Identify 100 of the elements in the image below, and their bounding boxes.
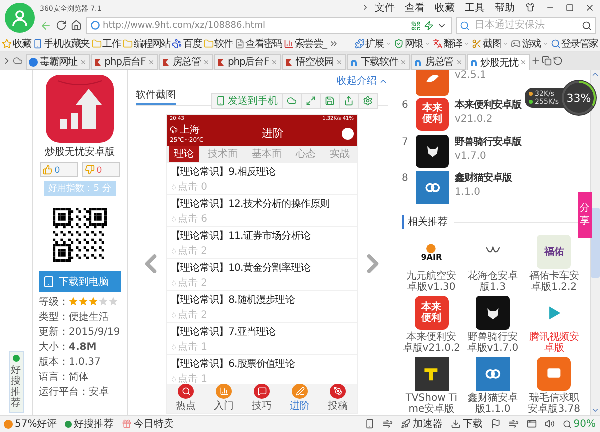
nav-tab[interactable]: 技巧: [252, 384, 272, 412]
home-icon[interactable]: [71, 20, 82, 31]
more-icon[interactable]: [328, 38, 339, 48]
qr-code-drawing: [53, 208, 107, 262]
caret-icon[interactable]: [503, 40, 510, 46]
search-box[interactable]: 日本通过安保法: [456, 17, 596, 34]
scroll-up-icon[interactable]: [591, 70, 600, 79]
window-icon[interactable]: [526, 419, 537, 429]
extension-button[interactable]: 游戏: [511, 36, 541, 50]
site-icon: [29, 58, 38, 66]
app-title[interactable]: 野兽骑行安卓版v1.7.0: [463, 332, 523, 354]
app-title[interactable]: 福佑卡车安卓版1.2.2: [524, 271, 584, 293]
bookmark[interactable]: 收藏: [2, 36, 32, 50]
browser-tab[interactable]: 炒股无忧: [466, 54, 530, 70]
browser-tab[interactable]: php后台F: [90, 54, 158, 70]
nav-tab[interactable]: 入门: [214, 384, 234, 412]
flag-icon[interactable]: [490, 419, 501, 429]
browser-tab[interactable]: 悟空校园: [282, 54, 346, 70]
article-title[interactable]: 【理论常识】11.证券市场分析论: [171, 228, 353, 242]
nav-tab[interactable]: 进阶: [290, 384, 310, 412]
browser-tab[interactable]: 房总管: [158, 54, 213, 70]
status-item[interactable]: 今日特卖: [122, 417, 174, 431]
caret-icon[interactable]: [464, 40, 470, 46]
status-item[interactable]: 加速器: [400, 417, 443, 431]
article-title[interactable]: 【理论常识】10.黄金分割率理论: [171, 260, 353, 274]
info-text: 语言：简体: [39, 370, 89, 384]
caret-icon[interactable]: [424, 40, 431, 46]
back-icon[interactable]: [40, 20, 52, 32]
speaker-icon[interactable]: [544, 419, 555, 429]
refresh-icon[interactable]: [56, 20, 67, 31]
menu-item[interactable]: 收藏: [435, 0, 455, 14]
article-title[interactable]: 【理论常识】8.随机漫步理论: [171, 292, 353, 306]
chevron-icon[interactable]: [361, 3, 370, 12]
search-icon[interactable]: [582, 20, 592, 30]
side-panel-tab[interactable]: 好搜推荐: [8, 351, 24, 413]
scroll-down-icon[interactable]: [591, 406, 600, 415]
cloud-icon[interactable]: [13, 56, 23, 66]
status-item[interactable]: 57%好评: [4, 417, 58, 431]
bookmark[interactable]: 工作: [92, 36, 121, 50]
share-button[interactable]: 分享: [578, 192, 592, 238]
app-title[interactable]: 花海仓安卓版1.3: [463, 271, 523, 293]
nav-tab[interactable]: 投稿: [328, 384, 348, 412]
app-title[interactable]: 本来便利安卓版v21.0.2: [402, 332, 462, 354]
phone-icon[interactable]: [364, 419, 375, 429]
app-title[interactable]: 鑫财猫安卓版1.1.0: [463, 393, 523, 415]
caret-icon[interactable]: [542, 40, 549, 46]
search-field[interactable]: 日本通过安保法: [473, 19, 579, 32]
app-title[interactable]: TVShow Time安卓版: [402, 393, 462, 415]
browser-tab[interactable]: php后台F: [214, 54, 282, 70]
nav-tab[interactable]: 热点: [176, 384, 196, 412]
swirl-icon[interactable]: [508, 419, 519, 429]
article-title[interactable]: 【理论常识】9.相反理论: [171, 164, 353, 178]
lightning-icon[interactable]: [424, 20, 434, 30]
article-title[interactable]: 【理论常识】12.技术分析的操作原则: [171, 196, 353, 210]
extension-button[interactable]: 扩展: [354, 36, 384, 50]
status-item[interactable]: 下载: [450, 417, 483, 431]
scroll-thumb[interactable]: [591, 208, 600, 278]
windows-icon[interactable]: [542, 56, 552, 66]
undo-icon[interactable]: [553, 56, 564, 66]
bookmark[interactable]: 索尝尝_: [284, 36, 327, 50]
star-icon: [79, 297, 88, 306]
app-title[interactable]: 瑞毛信求职安卓版3.78: [524, 393, 584, 415]
menu-item[interactable]: 工具: [465, 0, 485, 14]
scrollbar[interactable]: [591, 70, 600, 415]
menu-item[interactable]: 帮助: [495, 0, 515, 14]
new-tab-icon[interactable]: [531, 56, 542, 66]
bookmark[interactable]: 软件: [204, 36, 233, 50]
browser-tab[interactable]: 房总管: [411, 54, 466, 70]
category-tab[interactable]: 理论: [169, 146, 199, 162]
app-title[interactable]: 鑫财猫安卓版: [455, 171, 512, 186]
app-title[interactable]: 本来便利安卓版: [455, 98, 522, 112]
menu-item[interactable]: 文件: [375, 0, 395, 14]
collapse-link[interactable]: 收起介绍: [337, 74, 388, 88]
folder-icon: [204, 38, 214, 48]
caret-icon[interactable]: [386, 40, 392, 46]
app-title[interactable]: 野兽骑行安卓版: [455, 134, 522, 149]
gift-icon: [122, 419, 132, 429]
article-title[interactable]: 【理论常识】6.股票价值理论: [171, 356, 353, 370]
bookmark[interactable]: 编程网站: [122, 36, 170, 50]
menu-item[interactable]: 查看: [405, 0, 425, 14]
browser-tab[interactable]: 毒霸网址: [26, 54, 90, 70]
extension-button[interactable]: 翻译: [432, 36, 462, 50]
app-title[interactable]: 九元航空安卓版v1.30: [402, 271, 462, 293]
extension-button[interactable]: 截图: [472, 36, 502, 50]
swirl-icon[interactable]: [382, 419, 393, 429]
extension-button[interactable]: 网银: [394, 36, 423, 50]
score-badge: 好用指数：5 分: [44, 181, 116, 196]
browser-tab[interactable]: 下载软件: [346, 54, 410, 70]
bookmark[interactable]: 查看密码: [234, 36, 282, 50]
browser-logo[interactable]: [5, 3, 35, 33]
extension-button[interactable]: 登录管家: [550, 36, 598, 50]
status-item[interactable]: 好搜推荐: [65, 417, 114, 431]
address-field[interactable]: http://www.9ht.com/xz/108886.html: [86, 17, 452, 34]
tablet-icon: [43, 276, 55, 288]
bookmark[interactable]: 手机收藏夹: [33, 36, 90, 50]
screenshots-tab[interactable]: 软件截图: [136, 88, 176, 105]
qr-icon[interactable]: [411, 20, 421, 30]
bookmark[interactable]: 百度: [172, 36, 202, 50]
app-title[interactable]: 腾讯视频安卓版: [524, 332, 584, 354]
article-title[interactable]: 【理论常识】7.亚当理论: [171, 324, 353, 338]
